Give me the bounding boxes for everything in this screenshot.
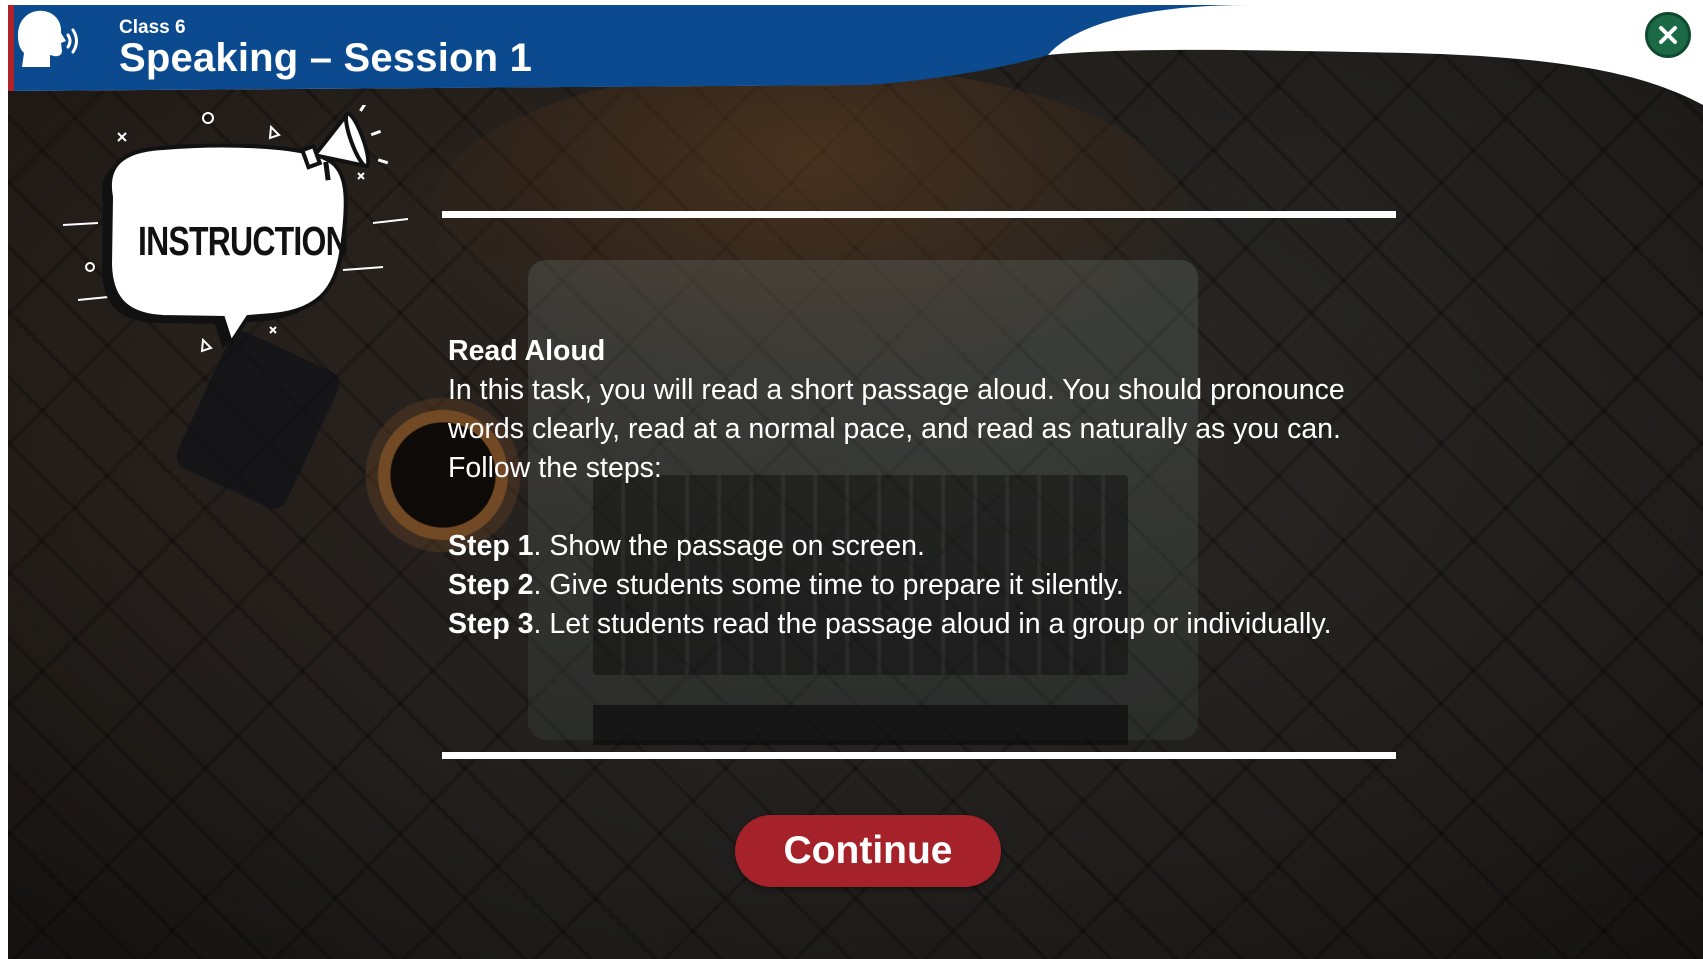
slide-stage: Class 6 Speaking – Session 1 INSTRUCTION… — [8, 5, 1703, 959]
header-bar: Class 6 Speaking – Session 1 — [8, 5, 1703, 120]
top-divider — [442, 211, 1396, 218]
close-button[interactable] — [1645, 12, 1691, 58]
close-icon — [1659, 26, 1677, 44]
instructions-panel: Read Aloud In this task, you will read a… — [448, 332, 1408, 644]
step-text: . Show the passage on screen. — [533, 530, 925, 562]
step-text: . Give students some time to prepare it … — [533, 569, 1124, 601]
page-title: Speaking – Session 1 — [119, 36, 533, 80]
instruction-label: INSTRUCTION — [138, 218, 349, 264]
step-item: Step 1. Show the passage on screen. — [448, 527, 1408, 566]
task-heading: Read Aloud — [448, 335, 606, 367]
step-label: Step 1 — [448, 530, 534, 562]
step-item: Step 2. Give students some time to prepa… — [448, 566, 1408, 605]
step-text: . Let students read the passage aloud in… — [533, 608, 1332, 640]
step-label: Step 3 — [448, 608, 534, 640]
step-label: Step 2 — [448, 569, 534, 601]
instruction-badge: INSTRUCTION — [53, 101, 433, 375]
bottom-divider — [442, 752, 1396, 759]
speaking-head-icon — [18, 10, 78, 67]
continue-button[interactable]: Continue — [735, 815, 1001, 887]
step-item: Step 3. Let students read the passage al… — [448, 605, 1408, 644]
task-intro: In this task, you will read a short pass… — [448, 374, 1345, 484]
